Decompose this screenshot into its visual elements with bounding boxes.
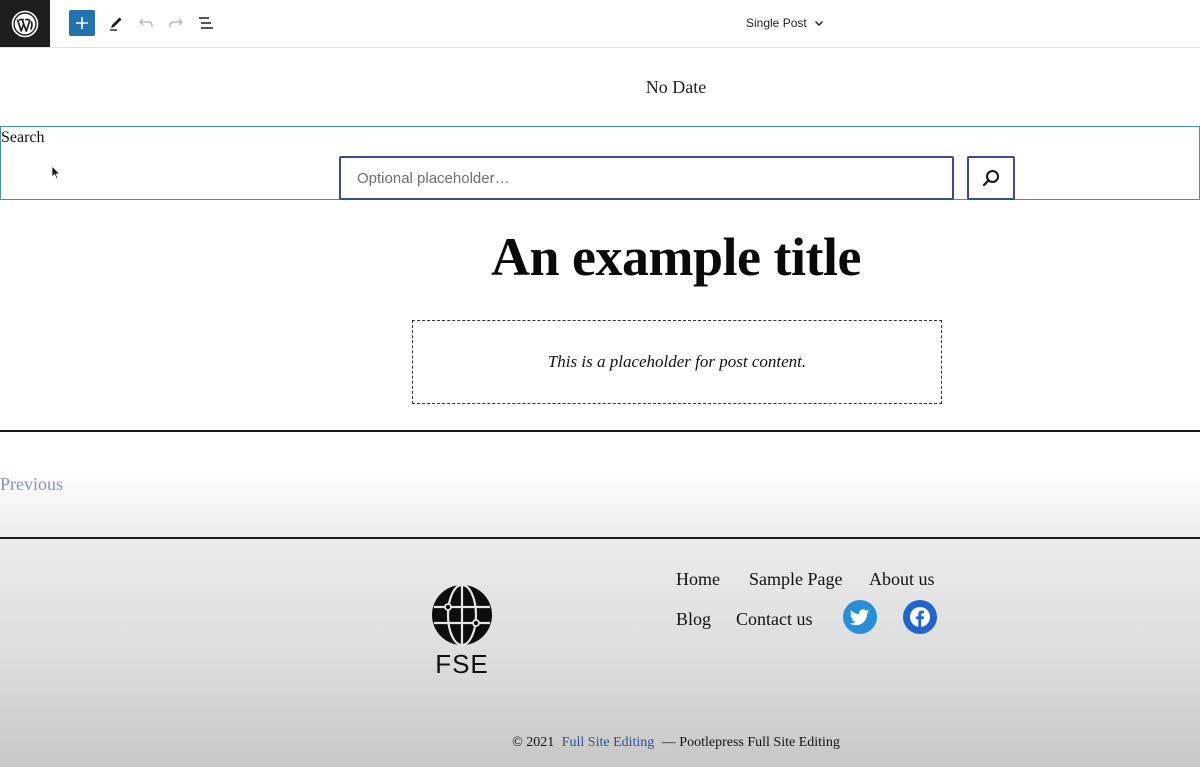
site-logo[interactable]: FSE xyxy=(428,583,496,679)
plus-icon xyxy=(76,17,88,29)
facebook-icon xyxy=(910,607,930,627)
search-block[interactable]: Search xyxy=(0,126,1200,200)
footer-nav-home[interactable]: Home xyxy=(676,569,720,590)
search-button[interactable] xyxy=(967,156,1015,200)
template-dropdown[interactable]: Single Post xyxy=(746,12,825,34)
copyright-prefix: © 2021 xyxy=(512,735,555,750)
add-block-button[interactable] xyxy=(69,10,95,36)
twitter-icon xyxy=(850,609,869,626)
list-view-icon xyxy=(199,17,213,29)
footer-nav-about-us[interactable]: About us xyxy=(869,569,935,590)
post-date: No Date xyxy=(645,77,707,97)
twitter-link[interactable] xyxy=(843,600,877,634)
pencil-icon xyxy=(110,17,122,31)
site-footer: FSE Home Sample Page About us Blog Conta… xyxy=(0,537,1200,767)
redo-button[interactable] xyxy=(163,10,189,36)
editor-toolbar: Single Post xyxy=(0,0,1200,48)
wordpress-logo-button[interactable] xyxy=(0,0,50,47)
redo-icon xyxy=(169,18,183,27)
globe-icon xyxy=(432,583,492,647)
copyright-line: © 2021 Full Site Editing — Pootlepress F… xyxy=(0,735,1200,751)
wordpress-icon xyxy=(11,10,39,37)
template-label: Single Post xyxy=(746,16,807,30)
search-input[interactable] xyxy=(339,156,954,200)
copyright-suffix: — Pootlepress Full Site Editing xyxy=(661,735,840,750)
chevron-down-icon xyxy=(814,21,823,26)
post-content-text: This is a placeholder for post content. xyxy=(547,352,807,371)
footer-nav-blog[interactable]: Blog xyxy=(676,609,711,630)
search-icon xyxy=(982,170,999,187)
post-navigation: Previous xyxy=(0,432,1200,537)
footer-nav-contact-us[interactable]: Contact us xyxy=(736,609,813,630)
mouse-cursor-icon xyxy=(51,165,61,180)
post-content-placeholder[interactable]: This is a placeholder for post content. xyxy=(412,320,942,404)
footer-nav-sample-page[interactable]: Sample Page xyxy=(749,569,842,590)
tools-button[interactable] xyxy=(103,10,129,36)
facebook-link[interactable] xyxy=(903,600,937,634)
post-title: An example title xyxy=(491,227,861,287)
list-view-button[interactable] xyxy=(193,10,219,36)
undo-button[interactable] xyxy=(133,10,159,36)
site-name-link[interactable]: Full Site Editing xyxy=(562,735,655,750)
search-label: Search xyxy=(1,129,45,146)
previous-post-link[interactable]: Previous xyxy=(0,474,63,495)
site-logo-text: FSE xyxy=(435,649,489,679)
undo-icon xyxy=(139,18,153,27)
